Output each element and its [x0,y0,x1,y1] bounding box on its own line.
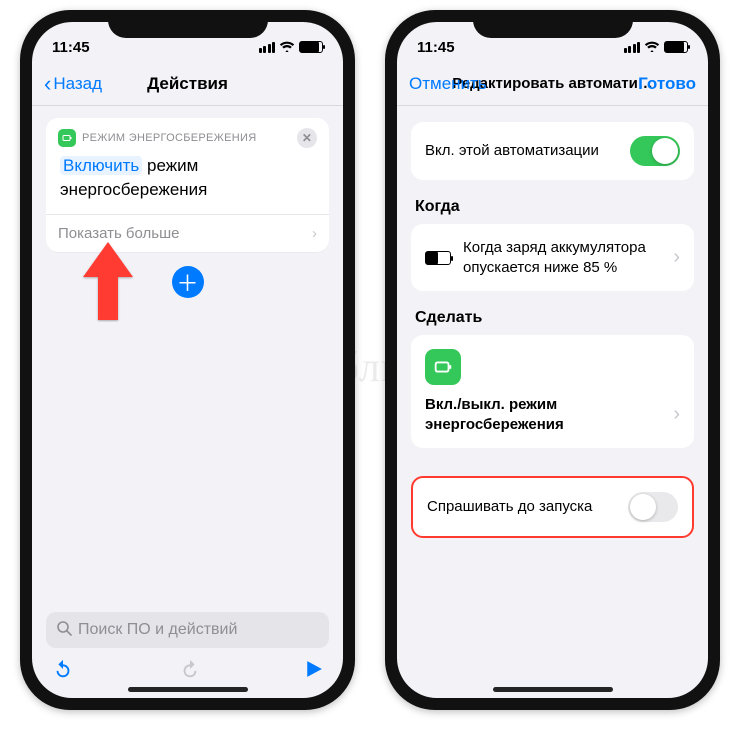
ask-before-run-row: Спрашивать до запуска [411,476,694,538]
redo-button[interactable] [179,658,201,686]
content-right: Вкл. этой автоматизации Когда Когда заря… [397,106,708,550]
screen-right: 11:45 Отменить Редактировать автомати… Г… [397,22,708,698]
chevron-left-icon: ‹ [44,73,51,95]
cancel-button[interactable]: Отменить [409,74,487,94]
status-indicators [259,39,324,55]
wifi-icon [644,39,660,55]
search-icon [56,620,72,641]
bottom-toolbar: Поиск ПО и действий [46,612,329,686]
low-power-icon [58,129,76,147]
status-time: 11:45 [417,39,455,56]
when-section-title: Когда [415,198,690,216]
chevron-right-icon: › [312,225,317,242]
battery-level-icon [425,251,451,265]
do-action-row[interactable]: Вкл./выкл. режим энергосбережения › [411,335,694,448]
status-bar: 11:45 [397,22,708,62]
status-bar: 11:45 [32,22,343,62]
search-input[interactable]: Поиск ПО и действий [46,612,329,648]
content-left: РЕЖИМ ЭНЕРГОСБЕРЕЖЕНИЯ ✕ Включить режим … [32,106,343,638]
search-placeholder: Поиск ПО и действий [78,621,237,639]
nav-bar: ‹ Назад Действия [32,62,343,106]
enable-automation-row: Вкл. этой автоматизации [411,122,694,180]
do-section-title: Сделать [415,309,690,327]
signal-icon [259,42,276,53]
enable-automation-label: Вкл. этой автоматизации [425,141,618,161]
action-text-1: режим [147,156,198,175]
remove-action-button[interactable]: ✕ [297,128,317,148]
when-condition-row[interactable]: Когда заряд аккумулятора опускается ниже… [411,224,694,291]
phone-right: 11:45 Отменить Редактировать автомати… Г… [385,10,720,710]
ask-before-run-toggle[interactable] [628,492,678,522]
home-indicator [493,687,613,692]
back-button[interactable]: ‹ Назад [44,73,102,95]
run-button[interactable] [305,660,323,684]
do-action-text: Вкл./выкл. режим энергосбережения [425,395,673,434]
low-power-icon [425,349,461,385]
chevron-right-icon: › [673,246,680,269]
battery-icon [299,41,323,53]
action-text-2: энергосбережения [60,180,207,199]
status-indicators [624,39,689,55]
status-time: 11:45 [52,39,90,56]
done-button[interactable]: Готово [638,74,696,94]
signal-icon [624,42,641,53]
add-action-button[interactable]: ＋ [172,266,204,298]
when-condition-text: Когда заряд аккумулятора опускается ниже… [463,238,661,277]
ask-before-run-label: Спрашивать до запуска [427,497,616,517]
action-token[interactable]: Включить [60,156,142,175]
show-more-label: Показать больше [58,225,179,242]
undo-button[interactable] [52,658,74,686]
chevron-right-icon: › [673,403,680,426]
back-label: Назад [53,74,102,94]
action-app-label: РЕЖИМ ЭНЕРГОСБЕРЕЖЕНИЯ [82,132,256,144]
action-card[interactable]: РЕЖИМ ЭНЕРГОСБЕРЕЖЕНИЯ ✕ Включить режим … [46,118,329,252]
phone-left: 11:45 ‹ Назад Действия [20,10,355,710]
phone-comparison: 11:45 ‹ Назад Действия [0,0,740,720]
screen-left: 11:45 ‹ Назад Действия [32,22,343,698]
nav-bar: Отменить Редактировать автомати… Готово [397,62,708,106]
enable-automation-toggle[interactable] [630,136,680,166]
home-indicator [128,687,248,692]
pointer-arrow-icon [78,242,138,322]
battery-icon [664,41,688,53]
wifi-icon [279,39,295,55]
